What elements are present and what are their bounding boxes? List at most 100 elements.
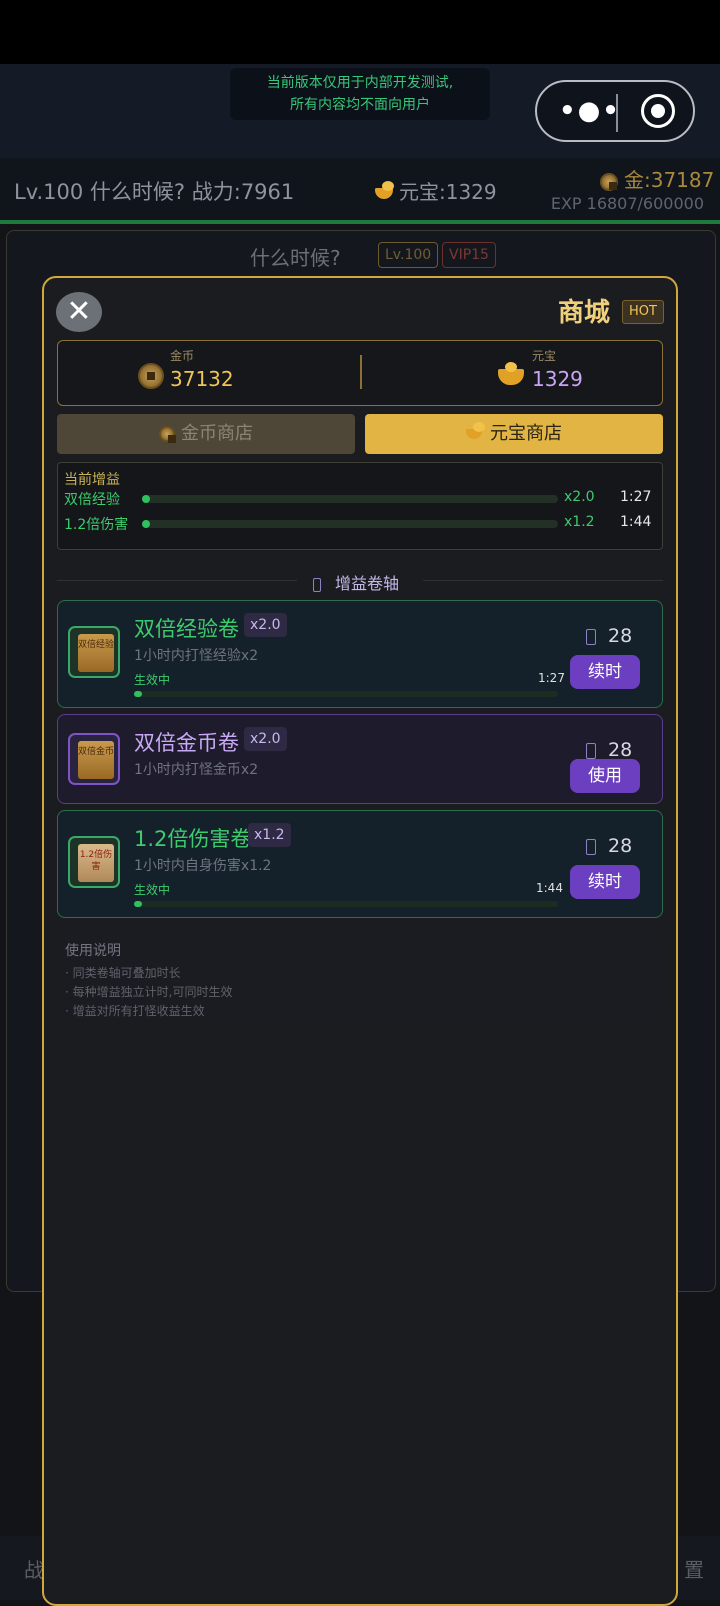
gold-coin-icon [138, 363, 164, 389]
scroll-card-double-gold: 双倍金币 双倍金币卷 x2.0 1小时内打怪金币x2 28 使用 [57, 714, 663, 804]
shop-title: 商城 [558, 298, 611, 328]
tab-yuanbao-shop-label: 元宝商店 [490, 423, 562, 444]
usage-notes: 使用说明 · 同类卷轴可叠加时长 · 每种增益独立计时,可同时生效 · 增益对所… [57, 932, 663, 1020]
close-icon: ✕ [66, 294, 92, 329]
card-remaining-time: 1:27 [538, 671, 565, 685]
card-description: 1小时内打怪金币x2 [134, 762, 259, 778]
card-price: 28 [586, 625, 632, 647]
card-progress-fill [134, 691, 143, 697]
background-vip-tag: VIP15 [442, 242, 496, 268]
background-level-tag: Lv.100 [378, 242, 439, 268]
wallet-gold-value: 37132 [170, 367, 234, 391]
renew-button[interactable]: 续时 [570, 655, 640, 689]
use-button[interactable]: 使用 [570, 759, 640, 793]
bottom-nav-right[interactable]: 置 [684, 1554, 704, 1583]
dev-notice-line2: 所有内容均不面向用户 [290, 97, 430, 113]
renew-button[interactable]: 续时 [570, 865, 640, 899]
active-buffs-panel: 当前增益 双倍经验 x2.0 1:27 1.2倍伤害 x1.2 1:44 [57, 462, 663, 550]
card-multiplier: x1.2 [248, 823, 291, 847]
dev-notice: 当前版本仅用于内部开发测试, 所有内容均不面向用户 [230, 68, 490, 120]
scroll-paper-label: 双倍经验 [78, 634, 114, 672]
more-icon[interactable]: •●• [559, 96, 621, 126]
card-name: 双倍经验卷 [134, 617, 239, 641]
card-description: 1小时内自身伤害x1.2 [134, 858, 272, 874]
section-title: 增益卷轴 [313, 570, 399, 594]
dev-notice-line1: 当前版本仅用于内部开发测试, [266, 75, 454, 91]
wallet-gold-label: 金币 [170, 349, 195, 363]
divider [57, 580, 297, 581]
section-header: 增益卷轴 [57, 570, 663, 593]
buff-progress-track [142, 495, 558, 503]
coin-icon [600, 172, 618, 191]
tab-gold-shop-label: 金币商店 [181, 423, 253, 444]
usage-title: 使用说明 [65, 943, 121, 959]
yuanbao-balance: 元宝:1329 [375, 176, 497, 205]
tab-yuanbao-shop[interactable]: 元宝商店 [365, 414, 663, 454]
card-price: 28 [586, 835, 632, 857]
gem-icon [586, 628, 596, 645]
wallet-yb-label: 元宝 [532, 349, 557, 363]
exp-text: EXP 16807/600000 [550, 194, 704, 213]
usage-item: · 每种增益独立计时,可同时生效 [65, 985, 233, 999]
scroll-item-icon: 双倍经验 [68, 626, 120, 678]
card-description: 1小时内打怪经验x2 [134, 648, 259, 664]
card-remaining-time: 1:44 [536, 881, 563, 895]
capsule-menu: •●• [535, 80, 695, 142]
bottom-nav-left[interactable]: 战 [24, 1554, 44, 1583]
buff-name: 1.2倍伤害 [64, 517, 129, 533]
wallet-yb-value: 1329 [532, 367, 583, 391]
card-price-value: 28 [608, 739, 633, 761]
buff-time: 1:27 [620, 489, 652, 505]
scroll-item-icon: 1.2倍伤害 [68, 836, 120, 888]
player-summary: Lv.100 什么时候? 战力:7961 [14, 180, 295, 204]
usage-item: · 同类卷轴可叠加时长 [65, 966, 181, 980]
card-progress-track [134, 691, 558, 697]
buff-time: 1:44 [620, 514, 652, 530]
scroll-card-double-exp: 双倍经验 双倍经验卷 x2.0 1小时内打怪经验x2 生效中 1:27 28 续… [57, 600, 663, 708]
buff-name: 双倍经验 [64, 492, 120, 508]
capsule-divider [616, 94, 618, 132]
buff-progress-fill [142, 495, 151, 503]
ingot-icon [375, 181, 394, 199]
hot-badge: HOT [622, 300, 664, 324]
card-name: 1.2倍伤害卷 [134, 827, 252, 851]
card-name: 双倍金币卷 [134, 731, 239, 755]
card-multiplier: x2.0 [244, 727, 287, 751]
player-header: Lv.100 什么时候? 战力:7961 元宝:1329 金:37187 EXP… [0, 158, 720, 220]
gold-text: 金:37187 [624, 168, 715, 192]
card-active-status: 生效中 [134, 883, 171, 897]
buff-row: 双倍经验 x2.0 1:27 [64, 489, 656, 509]
divider [423, 580, 663, 581]
buff-progress-fill [142, 520, 151, 528]
tab-gold-shop[interactable]: 金币商店 [57, 414, 355, 454]
exp-bar [0, 220, 720, 224]
close-mini-program-icon[interactable] [641, 94, 675, 128]
close-button[interactable]: ✕ [56, 292, 102, 332]
wallet-box: 金币 37132 元宝 1329 [57, 340, 663, 406]
wallet-divider [360, 355, 362, 389]
background-player-name: 什么时候? [250, 246, 341, 270]
card-price-value: 28 [608, 835, 633, 857]
active-buffs-title: 当前增益 [64, 472, 120, 488]
card-progress-track [134, 901, 558, 907]
usage-item: · 增益对所有打怪收益生效 [65, 1004, 205, 1018]
gem-icon [586, 742, 596, 759]
scroll-paper-label: 1.2倍伤害 [78, 844, 114, 882]
gem-icon [586, 838, 596, 855]
scroll-icon [313, 577, 321, 592]
card-price: 28 [586, 739, 632, 761]
coin-icon [159, 426, 176, 443]
buff-row: 1.2倍伤害 x1.2 1:44 [64, 514, 656, 534]
card-price-value: 28 [608, 625, 633, 647]
scroll-item-icon: 双倍金币 [68, 733, 120, 785]
gold-balance: 金:37187 [600, 164, 714, 193]
yuanbao-text: 元宝:1329 [399, 180, 497, 204]
yuanbao-ingot-icon [498, 362, 524, 385]
ingot-icon [466, 422, 485, 439]
buff-multiplier: x1.2 [564, 514, 595, 530]
buff-progress-track [142, 520, 558, 528]
card-active-status: 生效中 [134, 673, 171, 687]
card-multiplier: x2.0 [244, 613, 287, 637]
scroll-card-damage: 1.2倍伤害 1.2倍伤害卷 x1.2 1小时内自身伤害x1.2 生效中 1:4… [57, 810, 663, 918]
section-title-text: 增益卷轴 [335, 574, 400, 593]
